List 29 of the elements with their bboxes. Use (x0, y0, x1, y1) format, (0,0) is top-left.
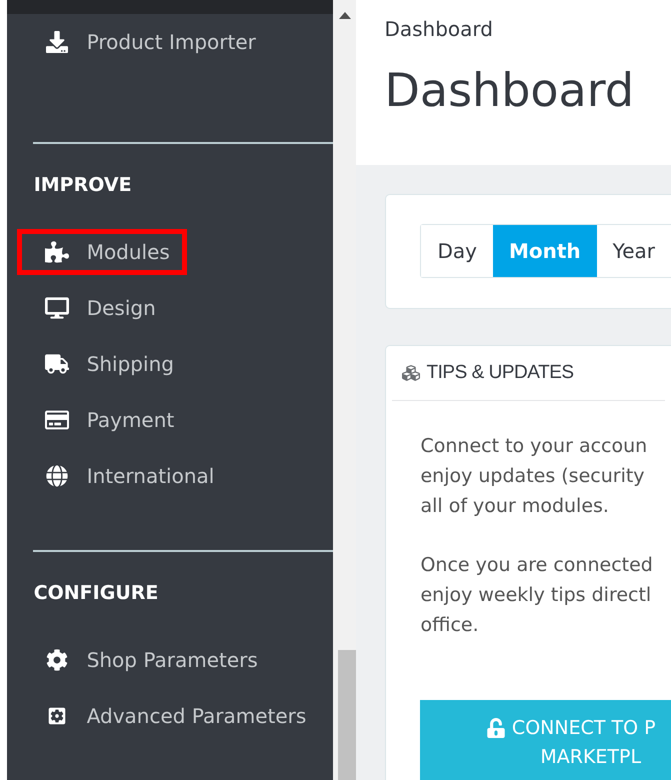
nav-item[interactable]: Shop Parameters (16, 637, 275, 683)
tips-text-line: office. (420, 613, 480, 638)
globe-icon (44, 465, 69, 487)
puzzle-icon (44, 241, 69, 263)
download-icon (44, 31, 69, 53)
tips-text-line: enjoy updates (security (420, 464, 646, 489)
breadcrumb[interactable]: Dashboard (384, 14, 671, 44)
nav-item[interactable]: Design (16, 285, 173, 331)
section-heading: CONFIGURE (34, 580, 158, 606)
scrollbar-thumb[interactable] (338, 650, 356, 780)
page-title: Dashboard (384, 62, 636, 119)
tips-text-line: Once you are connected (420, 553, 654, 578)
tips-text-line: all of your modules. (420, 494, 610, 519)
nav-item[interactable]: Modules (16, 229, 187, 275)
cubes-icon (400, 364, 422, 382)
tips-text-line: enjoy weekly tips directl (420, 583, 652, 608)
nav-item[interactable]: Advanced Parameters (16, 693, 324, 739)
section-heading: IMPROVE (34, 172, 132, 198)
nav-item[interactable]: Payment (16, 397, 192, 443)
nav-item[interactable]: Shipping (16, 341, 191, 387)
gear-icon (44, 649, 69, 671)
card-title: TIPS & UPDATES (426, 360, 574, 385)
nav-item[interactable]: Product Importer (16, 19, 273, 65)
truck-icon (44, 353, 69, 375)
nav-item[interactable]: International (16, 453, 232, 499)
tips-text-line: Connect to your accoun (420, 434, 648, 459)
monitor-icon (44, 297, 69, 319)
unlock-icon (486, 718, 506, 738)
credit-card-icon (44, 409, 69, 431)
